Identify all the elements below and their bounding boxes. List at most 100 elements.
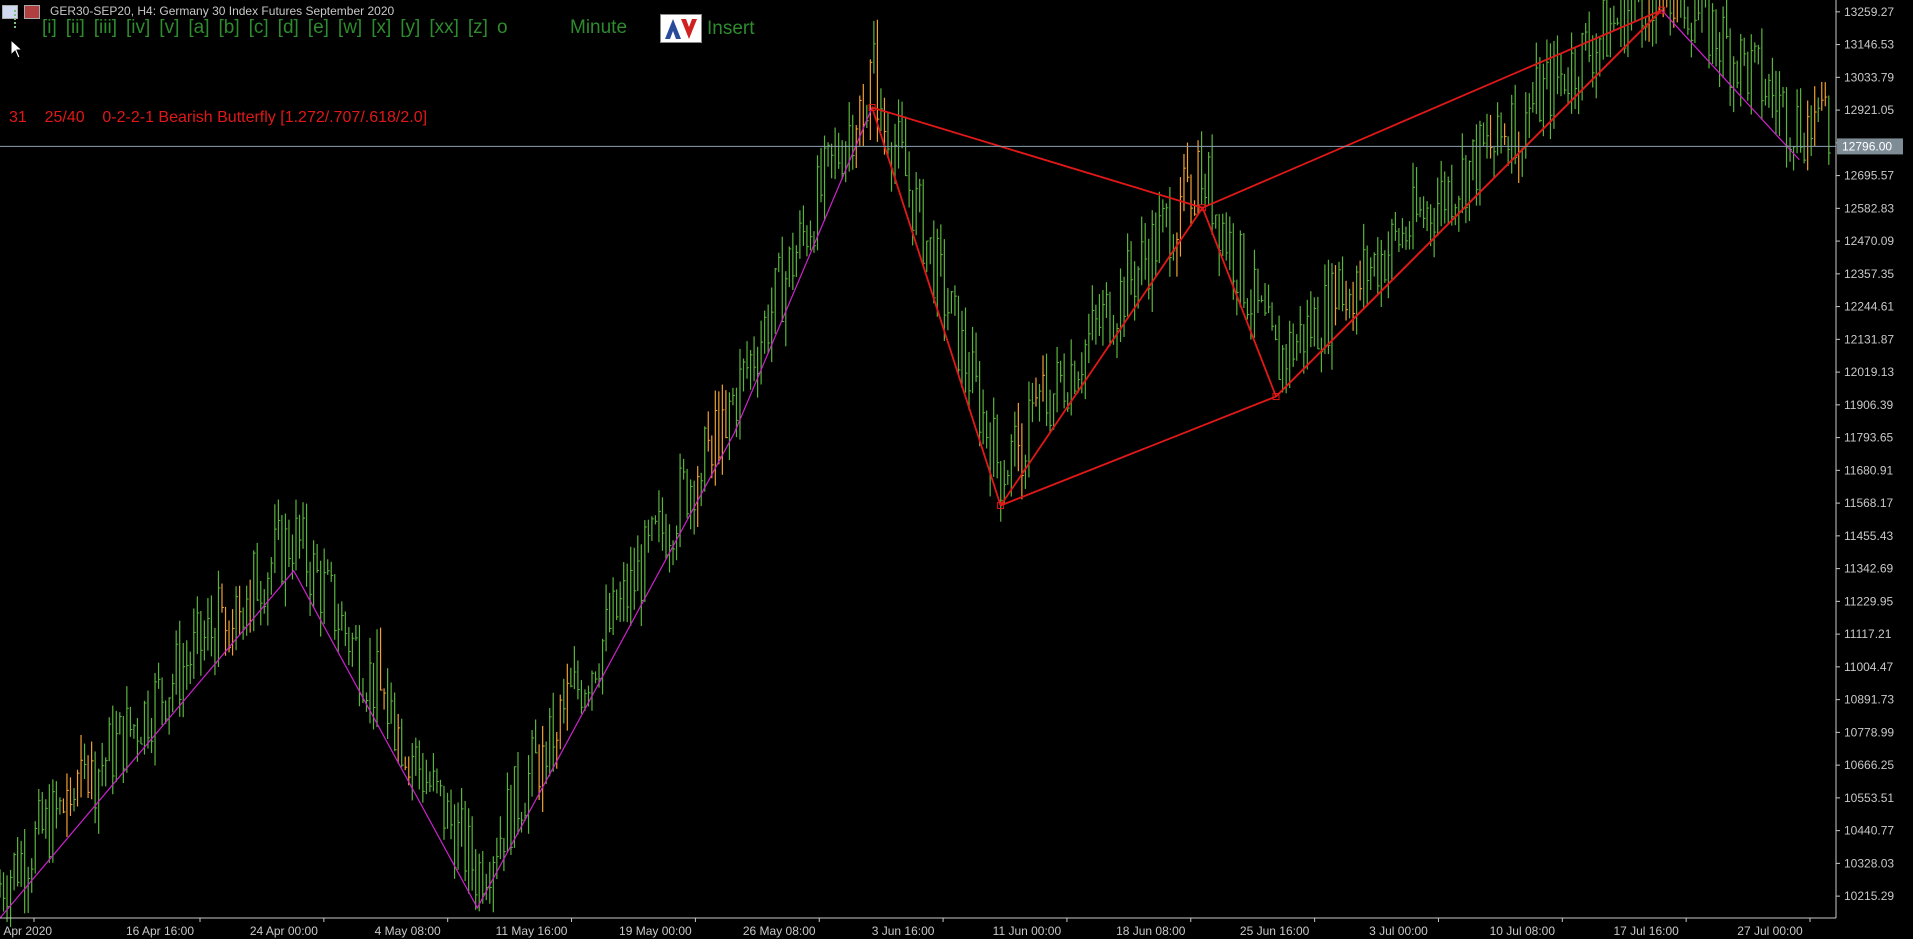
price-bar: [1197, 140, 1201, 215]
price-bar: [1750, 34, 1754, 115]
wave-label-button[interactable]: [xx]: [429, 17, 459, 39]
price-bar: [1091, 285, 1095, 341]
price-bar: [943, 239, 947, 342]
price-bar: [1278, 315, 1282, 380]
price-bar: [235, 586, 239, 651]
wave-label-button[interactable]: o: [497, 17, 508, 39]
price-bar: [492, 856, 496, 913]
price-bar: [1098, 294, 1102, 336]
wave-label-button[interactable]: [w]: [338, 17, 362, 39]
price-bar: [1000, 461, 1003, 522]
price-bar: [355, 625, 358, 641]
wave-label-button[interactable]: [y]: [400, 17, 420, 39]
wave-degree-button[interactable]: Minute: [570, 17, 627, 39]
price-bar: [1683, 0, 1687, 29]
price-bar: [231, 609, 235, 656]
price-chart[interactable]: 13259.2713146.5313033.7912921.0512808.31…: [0, 0, 1913, 939]
wave-label-button[interactable]: [ii]: [66, 17, 85, 39]
price-bar: [1310, 291, 1313, 348]
flag-icon: [24, 5, 40, 19]
wave-label-button[interactable]: [e]: [308, 17, 329, 39]
butterfly-leg: [871, 106, 1203, 209]
price-bar: [1363, 223, 1366, 310]
price-bar: [1158, 191, 1162, 264]
time-axis-label: 27 Jul 00:00: [1737, 924, 1803, 938]
price-bar: [1320, 337, 1324, 373]
price-bar: [1451, 164, 1454, 226]
price-bar: [1204, 173, 1208, 206]
price-bar: [1782, 86, 1785, 108]
price-bar: [1775, 70, 1778, 135]
price-bar: [1620, 0, 1622, 48]
price-bar: [919, 178, 922, 213]
price-bar: [1063, 353, 1067, 409]
price-bar: [1331, 263, 1334, 370]
time-axis-label: 7 Apr 2020: [0, 924, 52, 938]
price-bar: [735, 387, 739, 438]
price-bar: [309, 561, 313, 616]
price-bar: [390, 682, 394, 724]
price-bar: [577, 660, 580, 700]
price-bar: [418, 740, 422, 790]
price-bar: [756, 346, 760, 398]
price-bar: [76, 769, 80, 807]
wave-label-button[interactable]: [x]: [371, 17, 391, 39]
price-bar: [1567, 67, 1571, 104]
price-bar: [1535, 42, 1539, 115]
price-bar: [394, 692, 397, 752]
price-bar: [1496, 102, 1500, 156]
price-bar: [210, 595, 214, 657]
price-bar: [1415, 167, 1419, 223]
price-bar: [302, 502, 306, 549]
price-bar: [1260, 295, 1264, 303]
wave-label-button[interactable]: [a]: [188, 17, 209, 39]
price-bar: [1031, 382, 1035, 423]
price-bar: [1828, 95, 1831, 165]
toolbar-grip-icon[interactable]: [14, 10, 19, 28]
wave-label-button[interactable]: [v]: [159, 17, 179, 39]
price-bar: [1042, 355, 1046, 402]
wave-label-button[interactable]: [b]: [218, 17, 239, 39]
price-bar: [1387, 231, 1391, 299]
price-bar: [806, 225, 809, 257]
wave-label-button[interactable]: [d]: [278, 17, 299, 39]
wave-label-button[interactable]: [iii]: [94, 17, 117, 39]
insert-mode-button[interactable]: Insert: [707, 18, 755, 40]
wave-label-button[interactable]: [z]: [468, 17, 488, 39]
butterfly-leg: [1275, 9, 1663, 398]
wave-label-button[interactable]: [c]: [249, 17, 269, 39]
price-bar: [112, 705, 115, 795]
price-bar: [986, 410, 989, 449]
wave-label-button[interactable]: [i]: [42, 17, 57, 39]
price-bar: [1282, 345, 1285, 393]
price-bar: [1814, 86, 1817, 147]
price-bar: [1803, 132, 1807, 164]
price-bar: [1162, 199, 1165, 233]
price-bar: [517, 751, 520, 835]
price-bar: [809, 220, 813, 251]
price-bar: [820, 147, 824, 203]
price-bar: [1440, 160, 1444, 227]
price-bar: [771, 287, 774, 363]
price-bar: [852, 114, 855, 170]
price-bar: [1588, 11, 1592, 63]
price-bar: [1743, 37, 1747, 66]
price-bar: [1359, 260, 1363, 301]
price-bar: [1511, 94, 1514, 174]
price-bar: [1708, 0, 1711, 69]
price-bar: [570, 667, 573, 688]
price-bar: [1595, 33, 1599, 99]
price-axis-label: 13033.79: [1844, 70, 1894, 84]
price-bar: [274, 504, 277, 574]
price-bar: [1412, 162, 1416, 250]
price-bar: [1024, 454, 1028, 489]
price-axis-label: 11568.17: [1844, 496, 1893, 510]
price-bar: [647, 519, 651, 553]
wave-label-button[interactable]: [iv]: [126, 17, 150, 39]
price-bar: [1489, 114, 1493, 159]
price-bar: [887, 111, 890, 159]
av-arrows-icon[interactable]: [660, 14, 702, 43]
price-bar: [1109, 291, 1112, 347]
price-bar: [457, 802, 461, 870]
price-bar: [365, 692, 369, 712]
